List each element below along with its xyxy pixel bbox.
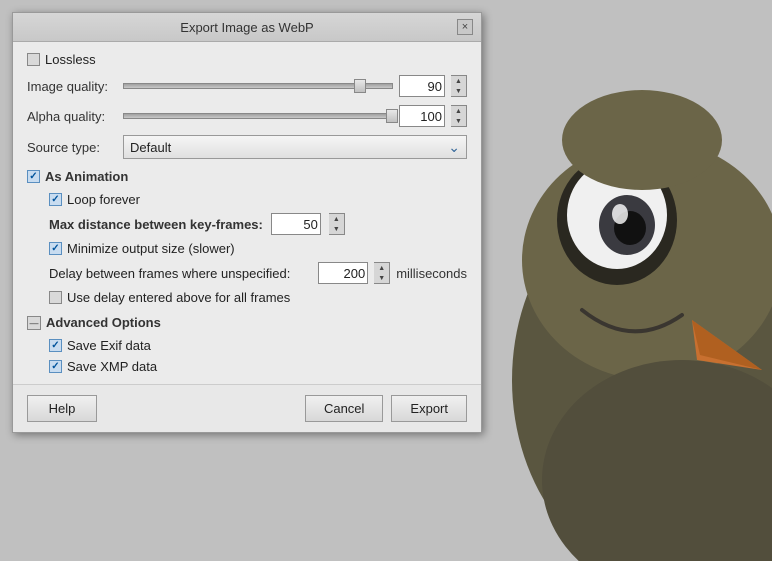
save-exif-label: Save Exif data [67,338,151,353]
alpha-quality-label: Alpha quality: [27,109,117,124]
export-dialog: Export Image as WebP × Lossless Image qu… [12,12,482,433]
image-quality-input[interactable] [399,75,445,97]
help-button[interactable]: Help [27,395,97,422]
alpha-quality-spin-down[interactable]: ▼ [451,116,466,126]
delay-label: Delay between frames where unspecified: [49,266,312,281]
use-delay-row[interactable]: Use delay entered above for all frames [49,290,467,305]
keyframe-spin-up[interactable]: ▲ [329,214,344,224]
lossless-checkbox[interactable] [27,53,40,66]
delay-spin-down[interactable]: ▼ [374,273,389,283]
export-button[interactable]: Export [391,395,467,422]
alpha-quality-thumb[interactable] [386,109,398,123]
source-type-row: Source type: Default ⌄ [27,135,467,159]
image-quality-thumb[interactable] [354,79,366,93]
image-quality-slider[interactable] [123,83,393,89]
keyframe-label: Max distance between key-frames: [49,217,263,232]
keyframe-input[interactable] [271,213,321,235]
mascot-decoration [452,0,772,561]
alpha-quality-input[interactable] [399,105,445,127]
save-xmp-row[interactable]: Save XMP data [49,359,467,374]
advanced-collapse-button[interactable]: — [27,316,41,330]
alpha-quality-slider[interactable] [123,113,393,119]
minimize-output-checkbox[interactable] [49,242,62,255]
delay-spin-up[interactable]: ▲ [374,263,389,273]
save-xmp-checkbox[interactable] [49,360,62,373]
delay-spinbox-arrows: ▲ ▼ [374,262,390,284]
minimize-output-row[interactable]: Minimize output size (slower) [49,241,467,256]
save-exif-row[interactable]: Save Exif data [49,338,467,353]
as-animation-label: As Animation [45,169,128,184]
image-quality-spin-down[interactable]: ▼ [451,86,466,96]
keyframe-row: Max distance between key-frames: ▲ ▼ [49,213,467,235]
keyframe-spin-down[interactable]: ▼ [329,224,344,234]
source-type-label: Source type: [27,140,117,155]
image-quality-spin-up[interactable]: ▲ [451,76,466,86]
image-quality-label: Image quality: [27,79,117,94]
delay-row: Delay between frames where unspecified: … [49,262,467,284]
alpha-quality-row: Alpha quality: ▲ ▼ [27,105,467,127]
dialog-title: Export Image as WebP [37,20,457,35]
advanced-options-label: Advanced Options [46,315,161,330]
delay-input[interactable] [318,262,368,284]
lossless-row[interactable]: Lossless [27,52,467,67]
save-exif-checkbox[interactable] [49,339,62,352]
advanced-options-content: Save Exif data Save XMP data [27,338,467,374]
source-type-dropdown[interactable]: Default ⌄ [123,135,467,159]
lossless-label: Lossless [45,52,96,67]
keyframe-spinbox-arrows: ▲ ▼ [329,213,345,235]
footer-right-buttons: Cancel Export [305,395,467,422]
dialog-titlebar: Export Image as WebP × [13,13,481,42]
dialog-footer: Help Cancel Export [13,384,481,432]
image-quality-row: Image quality: ▲ ▼ [27,75,467,97]
loop-forever-label: Loop forever [67,192,140,207]
use-delay-checkbox[interactable] [49,291,62,304]
dialog-body: Lossless Image quality: ▲ ▼ Alpha qualit… [13,42,481,384]
milliseconds-label: milliseconds [396,266,467,281]
alpha-quality-spin-up[interactable]: ▲ [451,106,466,116]
loop-forever-checkbox[interactable] [49,193,62,206]
as-animation-section: As Animation [27,169,467,184]
cancel-button[interactable]: Cancel [305,395,383,422]
animation-options: Loop forever Max distance between key-fr… [27,192,467,305]
close-button[interactable]: × [457,19,473,35]
as-animation-checkbox[interactable] [27,170,40,183]
save-xmp-label: Save XMP data [67,359,157,374]
advanced-options-section: — Advanced Options [27,315,467,330]
loop-forever-row[interactable]: Loop forever [49,192,467,207]
minimize-output-label: Minimize output size (slower) [67,241,235,256]
dropdown-arrow-icon: ⌄ [448,139,460,156]
use-delay-label: Use delay entered above for all frames [67,290,290,305]
source-type-value: Default [130,140,171,155]
image-quality-spinbox-arrows: ▲ ▼ [451,75,467,97]
alpha-quality-spinbox-arrows: ▲ ▼ [451,105,467,127]
